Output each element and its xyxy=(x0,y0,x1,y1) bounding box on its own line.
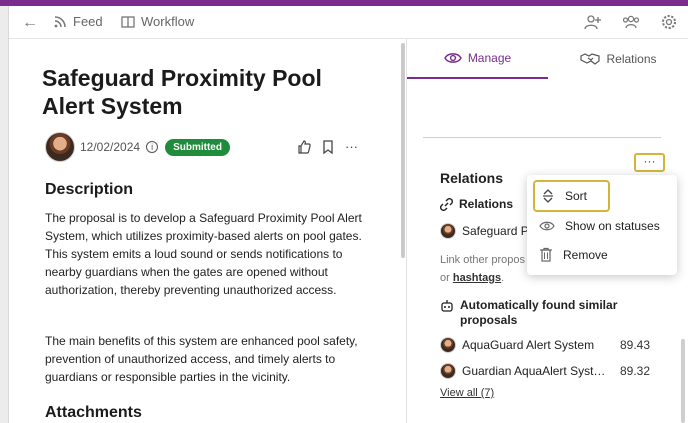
settings-gear-icon[interactable] xyxy=(660,13,678,31)
hashtags-link[interactable]: hashtags xyxy=(453,272,501,284)
menu-item-sort-label: Sort xyxy=(565,189,588,203)
tab-relations[interactable]: Relations xyxy=(548,39,688,79)
relations-heading: Relations xyxy=(440,170,504,186)
similar-proposal-row[interactable]: Guardian AquaAlert System 89.32 xyxy=(440,363,650,379)
similar-proposal-avatar xyxy=(440,337,456,353)
tab-relations-label: Relations xyxy=(606,52,657,66)
bookmark-icon[interactable] xyxy=(322,139,334,154)
similar-proposal-row[interactable]: AquaGuard Alert System 89.43 xyxy=(440,337,650,353)
eye-icon xyxy=(539,221,555,231)
sort-icon xyxy=(543,189,553,203)
status-badge[interactable]: Submitted xyxy=(165,138,230,156)
proposal-content: Safeguard Proximity Pool Alert System 12… xyxy=(9,39,406,423)
link-hint: Link other propos or hashtags. xyxy=(440,251,540,287)
content-scrollbar[interactable] xyxy=(401,43,405,258)
group-icon[interactable] xyxy=(622,13,640,31)
robot-icon xyxy=(441,300,453,312)
menu-item-sort[interactable]: Sort xyxy=(533,180,610,212)
proposal-title: Safeguard Proximity Pool Alert System xyxy=(42,65,322,119)
board-icon xyxy=(121,15,135,28)
more-options-icon[interactable]: ··· xyxy=(345,139,358,154)
author-avatar[interactable] xyxy=(45,132,75,162)
link-hint-text: Link other propos xyxy=(440,254,525,266)
relations-subheading: Relations xyxy=(440,197,513,211)
panel-scrollbar[interactable] xyxy=(681,339,685,423)
link-hint-end: . xyxy=(501,272,505,284)
attachments-heading: Attachments xyxy=(45,404,142,421)
feed-label: Feed xyxy=(73,14,103,29)
proposal-actions: ··· xyxy=(297,139,358,154)
workflow-label: Workflow xyxy=(141,14,195,29)
link-hint-or: or xyxy=(440,272,450,284)
back-arrow-icon[interactable]: ← xyxy=(22,14,38,32)
eye-icon xyxy=(444,53,462,63)
proposal-meta: 12/02/2024 i Submitted xyxy=(45,132,230,162)
relation-item-label: Safeguard P xyxy=(462,224,529,238)
similar-proposal-name: AquaGuard Alert System xyxy=(462,338,595,352)
proposal-date: 12/02/2024 xyxy=(80,140,141,154)
menu-item-show-label: Show on statuses xyxy=(565,219,660,233)
menu-item-remove-label: Remove xyxy=(563,248,608,262)
similar-proposals-heading-label: Automatically found similar proposals xyxy=(460,298,618,327)
relations-context-menu: Sort Show on statuses Remove xyxy=(527,175,677,275)
panel-divider xyxy=(423,137,661,138)
tab-manage[interactable]: Manage xyxy=(407,39,548,79)
relations-subheading-label: Relations xyxy=(459,197,514,211)
feed-link[interactable]: Feed xyxy=(53,14,103,29)
info-icon[interactable]: i xyxy=(146,141,159,153)
trash-icon xyxy=(540,247,552,262)
rss-icon xyxy=(54,15,66,27)
panel-tabs: Manage Relations xyxy=(407,39,688,79)
view-all-link[interactable]: View all (7) xyxy=(440,387,494,399)
similar-proposals-heading: Automatically found similar proposals xyxy=(440,298,640,328)
menu-item-show-on-statuses[interactable]: Show on statuses xyxy=(533,211,671,241)
link-icon xyxy=(440,197,453,211)
similar-proposal-score: 89.43 xyxy=(619,338,650,352)
handshake-icon xyxy=(580,53,601,65)
tab-manage-label: Manage xyxy=(467,51,512,65)
relation-item[interactable]: Safeguard P xyxy=(440,223,529,239)
left-rail xyxy=(0,6,9,423)
similar-proposal-avatar xyxy=(440,363,456,379)
like-icon[interactable] xyxy=(297,139,311,154)
description-paragraph-1: The proposal is to develop a Safeguard P… xyxy=(45,211,362,297)
menu-item-remove[interactable]: Remove xyxy=(533,240,671,270)
similar-proposal-name: Guardian AquaAlert System xyxy=(462,364,606,378)
description-paragraph-2: The main benefits of this system are enh… xyxy=(45,334,358,384)
relations-more-button[interactable]: ··· xyxy=(634,153,665,172)
similar-proposal-score: 89.32 xyxy=(619,364,650,378)
add-user-icon[interactable] xyxy=(584,13,602,31)
toolbar-icons xyxy=(584,13,678,31)
workflow-link[interactable]: Workflow xyxy=(121,14,194,29)
top-navigation: ← Feed Workflow xyxy=(9,6,688,39)
description-heading: Description xyxy=(45,181,134,198)
relation-avatar xyxy=(440,223,456,239)
